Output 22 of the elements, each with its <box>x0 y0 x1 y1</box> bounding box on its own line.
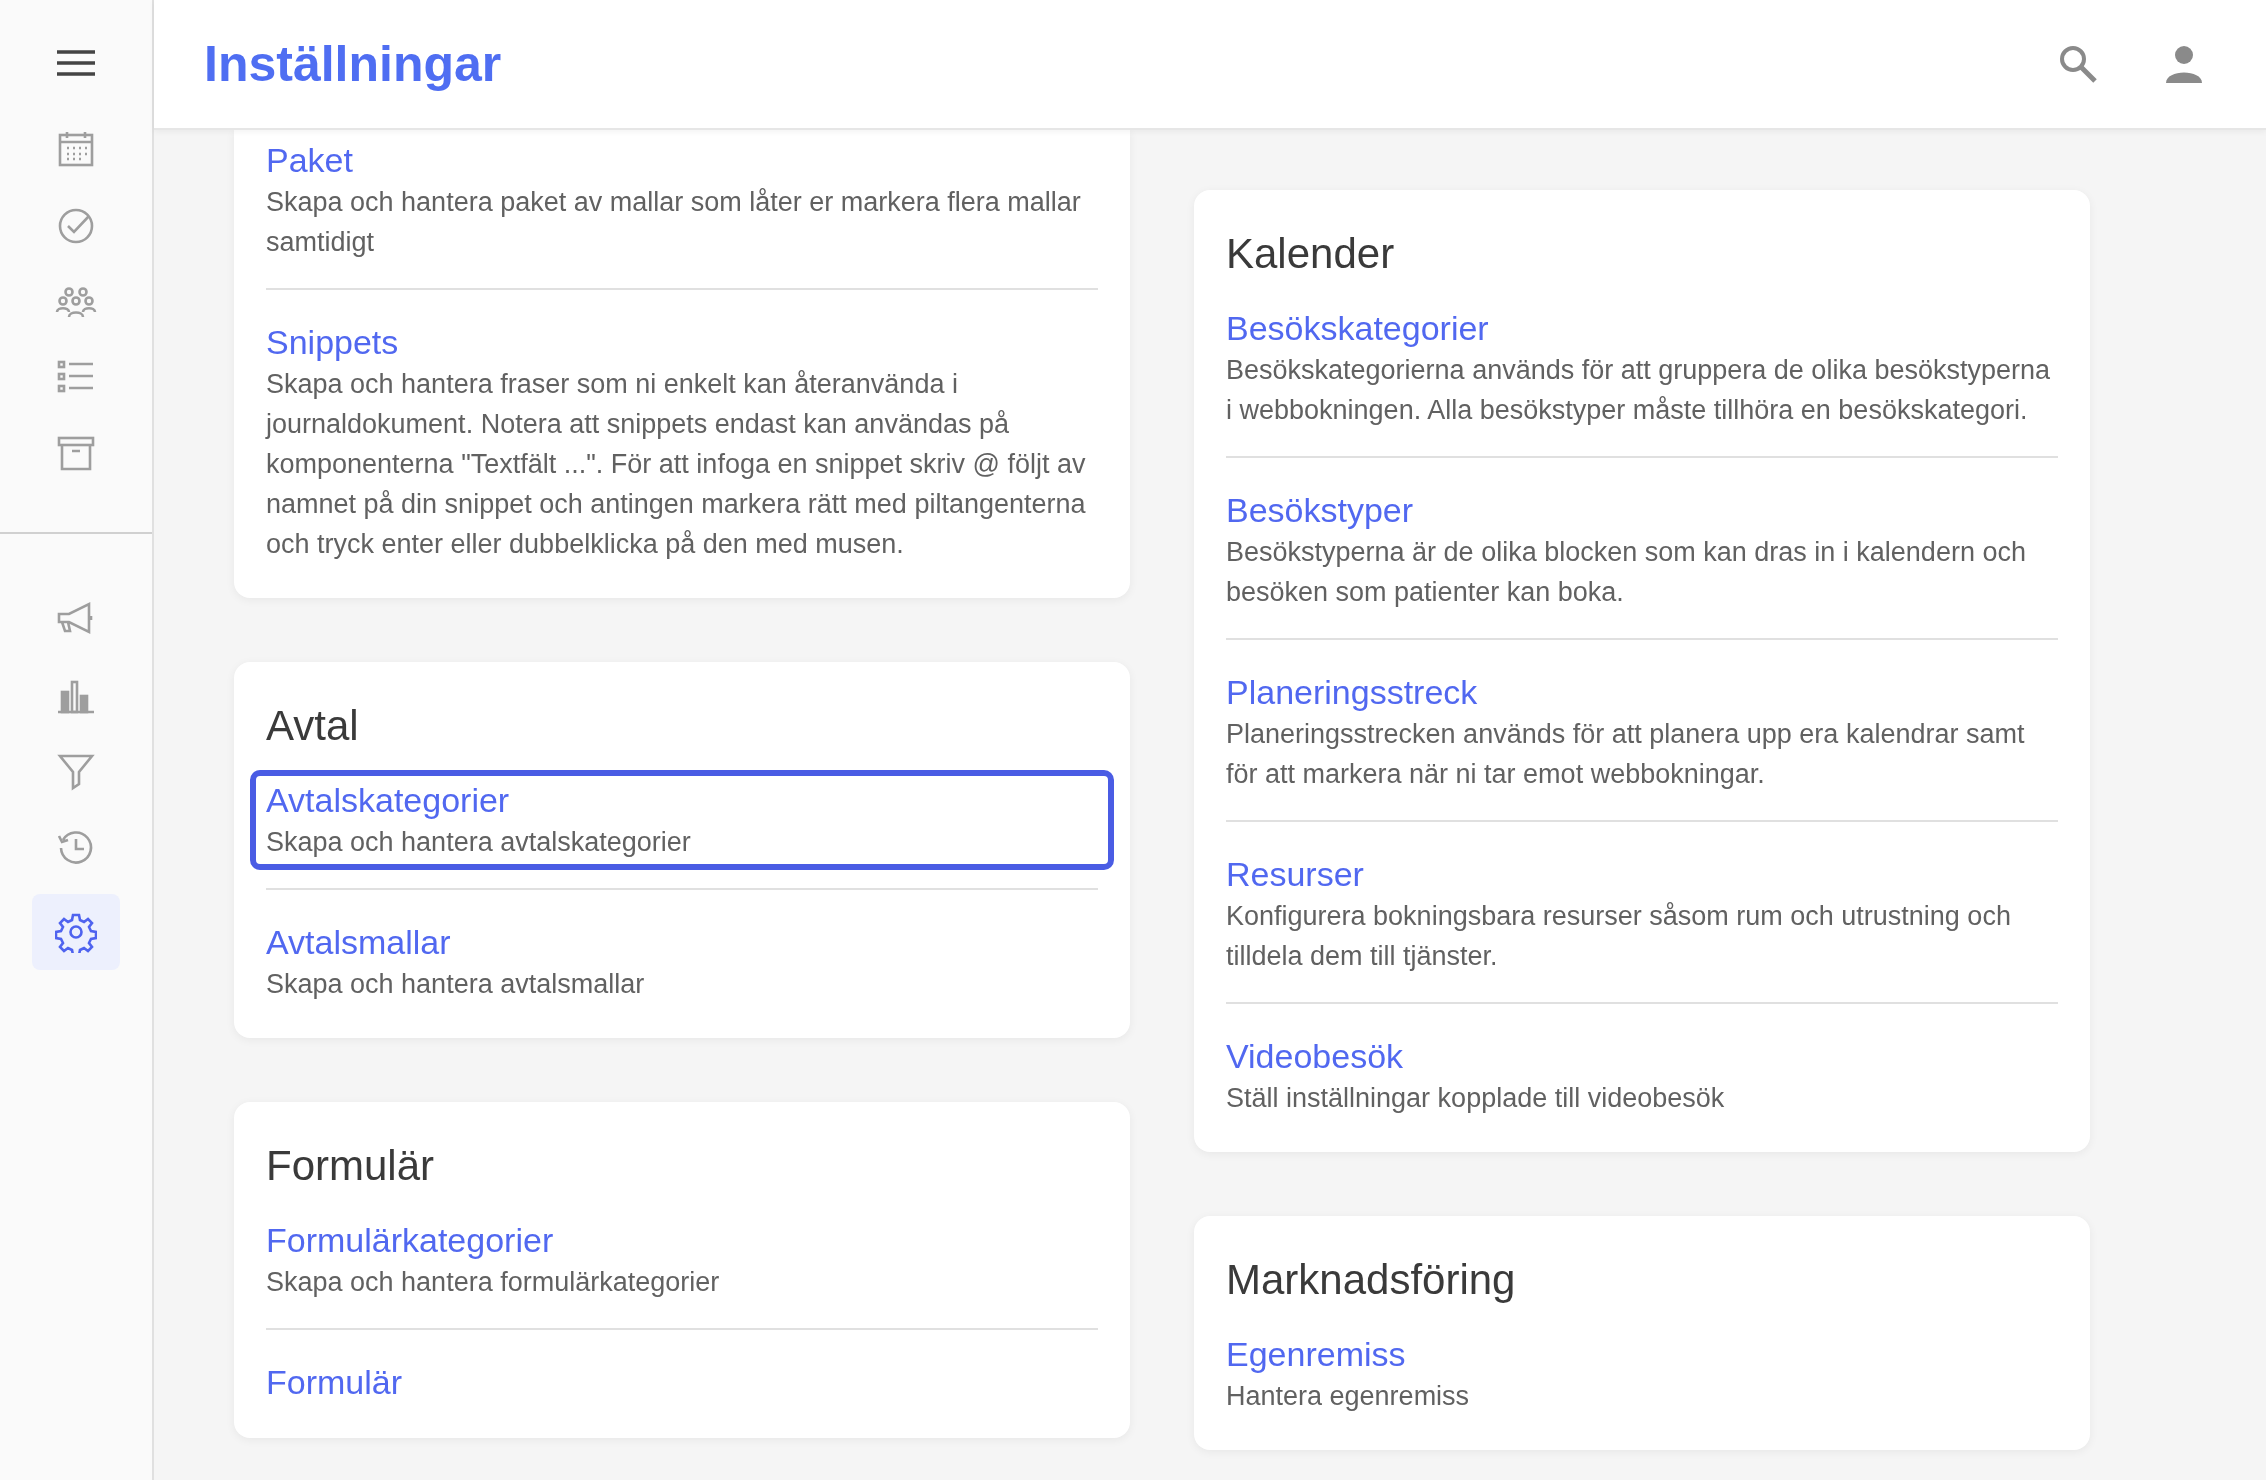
user-icon <box>2163 43 2205 85</box>
settings-link[interactable]: Paket Skapa och hantera paket av mallar som låter er markera flera mallar samtidigt <box>250 130 1114 270</box>
settings-link[interactable]: Besökstyper Besökstyperna är de olika blocken som kan dras in i kalendern och besöken som patienter kan boka. <box>1210 480 2074 620</box>
settings-link[interactable]: Planeringsstreck Planeringsstrecken används för att planera upp era kalendrar samt för att markera när ni tar emot webbokningar. <box>1210 662 2074 802</box>
page-title: Inställningar <box>204 35 502 93</box>
card-title: Kalender <box>1226 230 1396 278</box>
settings-link[interactable]: Formulärkategorier Skapa och hantera formulärkategorier <box>250 1210 1114 1310</box>
settings-link[interactable]: Resurser Konfigurera bokningsbara resurser såsom rum och utrustning och tilldela dem till tjänster. <box>1210 844 2074 984</box>
menu-icon <box>57 50 95 76</box>
settings-link[interactable]: Avtalskategorier Skapa och hantera avtalskategorier <box>250 770 1114 870</box>
settings-link[interactable]: Formulär <box>250 1352 1114 1412</box>
card-title: Avtal <box>266 702 360 750</box>
card-title: Marknadsföring <box>1226 1256 1517 1304</box>
settings-icon <box>55 911 97 953</box>
settings-link[interactable]: Avtalsmallar Skapa och hantera avtalsmallar <box>250 912 1114 1012</box>
settings-link[interactable]: Snippets Skapa och hantera fraser som ni enkelt kan återanvända i journaldokument. Notera att snippets endast kan användas på komponenterna "Textfält ...". För att infoga en snippet skriv @ följt av namnet på din snippet och antingen markera rätt med piltangenterna och tryck enter eller dubbelklicka på den med musen. <box>250 312 1114 572</box>
sidebar-item[interactable] <box>32 894 120 970</box>
settings-link[interactable]: Egenremiss Hantera egenremiss <box>1210 1324 2074 1424</box>
card-title: Formulär <box>266 1142 436 1190</box>
settings-link[interactable]: Videobesök Ställ inställningar kopplade till videobesök <box>1210 1026 2074 1126</box>
settings-link[interactable]: Besökskategorier Besökskategorierna används för att gruppera de olika besökstyperna i webbokningen. Alla besökstyper måste tillhöra en besökskategori. <box>1210 298 2074 438</box>
search-icon <box>2057 43 2099 85</box>
